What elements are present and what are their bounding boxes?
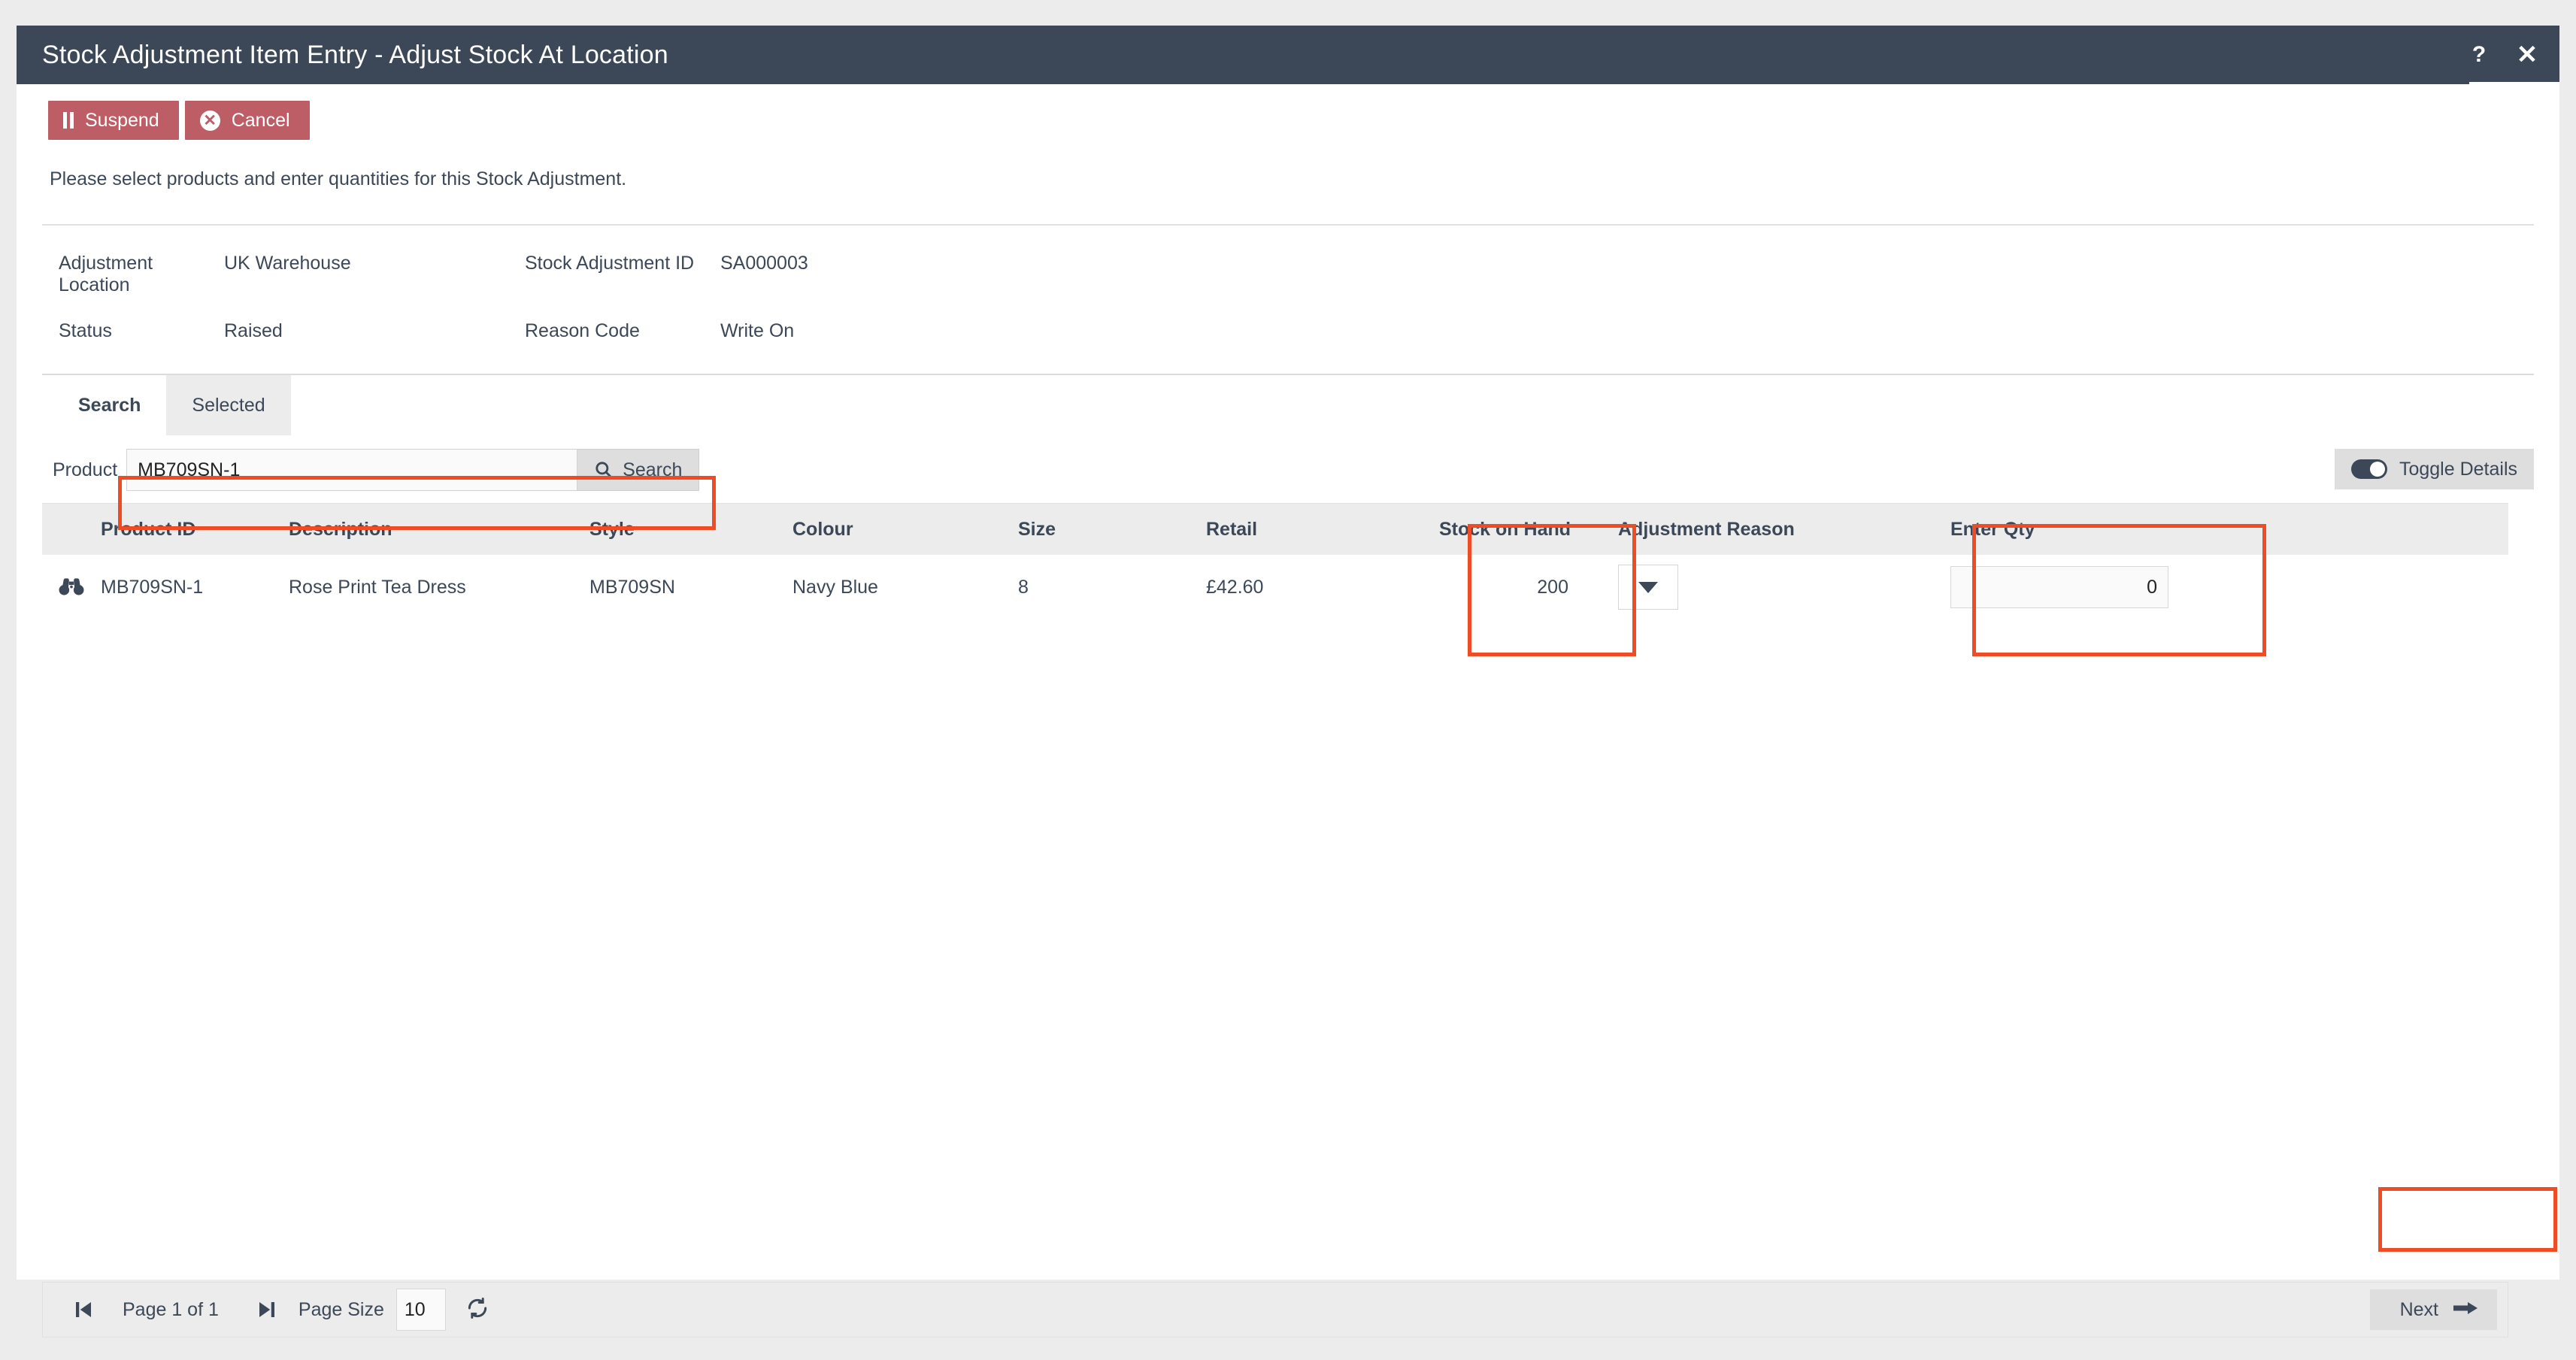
grid-header-product-id: Product ID — [101, 518, 196, 540]
page-size-input[interactable] — [395, 1289, 446, 1331]
next-button-label: Next — [2399, 1298, 2438, 1320]
product-search-row: Product Search Toggle Details — [42, 435, 2534, 492]
grid-header-enter-qty: Enter Qty — [1950, 518, 2035, 540]
first-page-icon[interactable] — [62, 1289, 105, 1331]
cancel-button-label: Cancel — [231, 109, 290, 131]
page-size-label: Page Size — [298, 1298, 384, 1320]
status-value: Raised — [224, 320, 283, 341]
adjustment-location-label: Adjustment Location — [59, 253, 153, 295]
title-bar-actions: ? ✕ — [2468, 26, 2538, 84]
view-product-icon-cell[interactable] — [42, 577, 101, 597]
search-button[interactable]: Search — [577, 449, 700, 491]
toggle-details-button[interactable]: Toggle Details — [2334, 449, 2534, 489]
cell-product-id: MB709SN-1 — [101, 576, 204, 598]
close-icon[interactable]: ✕ — [2516, 42, 2538, 68]
arrow-right-icon — [2453, 1299, 2479, 1321]
reason-code-label: Reason Code — [525, 320, 640, 341]
application-window: Stock Adjustment Item Entry - Adjust Sto… — [17, 26, 2559, 1337]
next-button[interactable]: Next — [2369, 1289, 2497, 1330]
chevron-down-icon — [1638, 581, 1658, 593]
title-bar-accent — [2469, 82, 2559, 84]
page-indicator: Page 1 of 1 — [123, 1298, 219, 1320]
product-search-group: Search — [126, 449, 700, 491]
grid-header-row: Product ID Description Style Colour Size… — [42, 504, 2508, 555]
cell-description: Rose Print Tea Dress — [289, 576, 466, 598]
adjustment-reason-dropdown[interactable] — [1618, 565, 1678, 610]
grid-header-stock-on-hand: Stock on Hand — [1439, 518, 1571, 540]
cell-adjustment-reason — [1590, 565, 1913, 610]
adjustment-details: Adjustment Location UK Warehouse Stock A… — [17, 253, 2559, 342]
suspend-button-label: Suspend — [85, 109, 159, 131]
cell-colour: Navy Blue — [792, 576, 878, 598]
help-icon[interactable]: ? — [2468, 42, 2490, 68]
tab-selected-label: Selected — [192, 394, 265, 416]
status-label: Status — [59, 320, 112, 341]
enter-qty-input[interactable] — [1950, 566, 2168, 608]
grid-header-adjustment-reason: Adjustment Reason — [1618, 518, 1795, 540]
section-divider — [42, 224, 2534, 226]
cell-enter-qty — [1913, 566, 2229, 608]
tab-selected[interactable]: Selected — [166, 375, 291, 435]
search-panel: Search Selected Product Search — [42, 374, 2534, 1360]
action-toolbar: Suspend ✕ Cancel — [17, 84, 2559, 140]
pause-icon — [63, 112, 74, 129]
tab-search[interactable]: Search — [53, 375, 167, 435]
stock-adjustment-id-value: SA000003 — [720, 253, 808, 274]
last-page-icon[interactable] — [246, 1289, 288, 1331]
search-input[interactable] — [126, 449, 578, 491]
tab-bar: Search Selected — [42, 375, 2534, 435]
suspend-button[interactable]: Suspend — [48, 101, 179, 140]
binoculars-icon[interactable] — [59, 577, 101, 597]
table-row[interactable]: MB709SN-1 Rose Print Tea Dress MB709SN N… — [42, 555, 2508, 619]
cancel-circle-icon: ✕ — [199, 110, 220, 131]
window-title: Stock Adjustment Item Entry - Adjust Sto… — [42, 40, 668, 69]
search-icon — [594, 460, 614, 480]
instruction-text: Please select products and enter quantit… — [50, 168, 627, 189]
cell-stock-on-hand: 200 — [1537, 576, 1568, 598]
cancel-button[interactable]: ✕ Cancel — [184, 101, 310, 140]
stock-adjustment-id-label: Stock Adjustment ID — [525, 253, 695, 274]
tab-search-label: Search — [78, 394, 141, 416]
adjustment-location-value: UK Warehouse — [224, 253, 351, 274]
cell-style: MB709SN — [589, 576, 675, 598]
grid-header-retail: Retail — [1206, 518, 1258, 540]
toggle-details-label: Toggle Details — [2399, 458, 2517, 480]
product-search-label: Product — [53, 459, 118, 480]
grid-header-colour: Colour — [792, 518, 853, 540]
product-results-grid: Product ID Description Style Colour Size… — [42, 503, 2508, 619]
reason-code-value: Write On — [720, 320, 795, 341]
next-button-cell: Next — [2369, 1289, 2497, 1330]
grid-pagination-bar: Page 1 of 1 Page Size Next — [42, 1282, 2508, 1337]
window-title-bar: Stock Adjustment Item Entry - Adjust Sto… — [17, 26, 2559, 84]
grid-header-size: Size — [1018, 518, 1056, 540]
refresh-icon[interactable] — [465, 1296, 489, 1324]
toggle-switch-icon — [2350, 459, 2387, 479]
grid-header-style: Style — [589, 518, 635, 540]
cell-size: 8 — [1018, 576, 1029, 598]
grid-header-description: Description — [289, 518, 392, 540]
search-button-label: Search — [623, 459, 683, 480]
cell-retail: £42.60 — [1206, 576, 1264, 598]
